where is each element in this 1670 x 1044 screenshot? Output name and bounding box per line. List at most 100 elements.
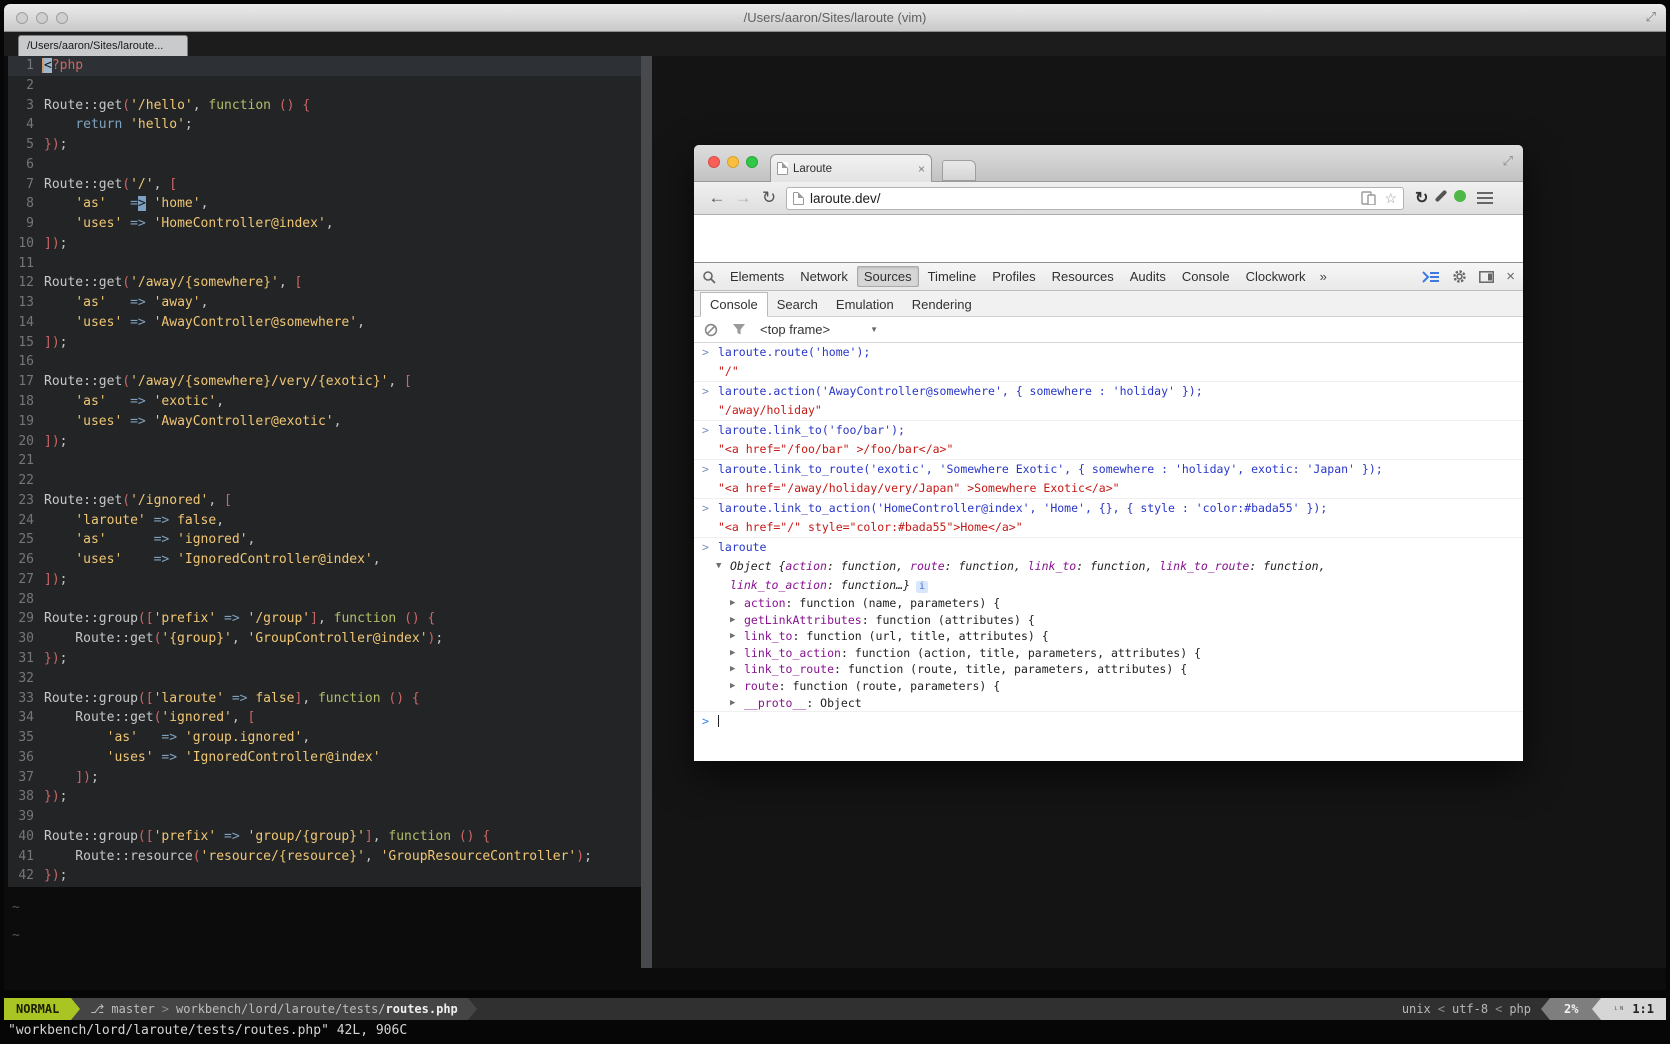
devtools-tab-console[interactable]: Console [1175, 266, 1237, 287]
code-line[interactable]: 5}); [8, 135, 641, 155]
drawer-tab-console[interactable]: Console [700, 292, 768, 317]
code-line[interactable]: 34 Route::get('ignored', [ [8, 708, 641, 728]
code-line[interactable]: 9 'uses' => 'HomeController@index', [8, 214, 641, 234]
address-bar[interactable]: laroute.dev/ ☆ [786, 187, 1404, 210]
expand-triangle-icon[interactable]: ▶ [730, 678, 735, 695]
code-line[interactable]: 1<?php [8, 56, 641, 76]
code-line[interactable]: 18 'as' => 'exotic', [8, 392, 641, 412]
expand-triangle-icon[interactable]: ▼ [716, 557, 721, 576]
code-line[interactable]: 21 [8, 451, 641, 471]
extension-wrench-icon[interactable] [1439, 189, 1443, 208]
code-line[interactable]: 3Route::get('/hello', function () { [8, 96, 641, 116]
dock-side-icon[interactable] [1479, 271, 1494, 283]
browser-expand-icon[interactable]: ⤢ [1503, 153, 1513, 169]
code-line[interactable]: 12Route::get('/away/{somewhere}', [ [8, 273, 641, 293]
terminal-expand-icon[interactable]: ⤢ [1646, 9, 1656, 25]
code-line[interactable]: 2 [8, 76, 641, 96]
devtools-tab-timeline[interactable]: Timeline [921, 266, 984, 287]
code-line[interactable]: 23Route::get('/ignored', [ [8, 491, 641, 511]
info-badge-icon: i [916, 581, 928, 593]
bookmark-star-icon[interactable]: ☆ [1384, 190, 1397, 207]
clear-console-icon[interactable] [704, 323, 718, 337]
code-line[interactable]: 16 [8, 352, 641, 372]
code-line[interactable]: 22 [8, 471, 641, 491]
url-text[interactable]: laroute.dev/ [804, 191, 1361, 206]
code-line[interactable]: 35 'as' => 'group.ignored', [8, 728, 641, 748]
code-line[interactable]: 41 Route::resource('resource/{resource}'… [8, 847, 641, 867]
drawer-tab-rendering[interactable]: Rendering [903, 293, 981, 316]
vim-split-divider[interactable] [641, 56, 652, 968]
code-line[interactable]: 24 'laroute' => false, [8, 511, 641, 531]
menu-hamburger-icon[interactable] [1477, 192, 1493, 204]
device-mode-icon[interactable] [1361, 191, 1377, 205]
code-line[interactable]: 14 'uses' => 'AwayController@somewhere', [8, 313, 641, 333]
code-line[interactable]: 32 [8, 669, 641, 689]
code-line[interactable]: 29Route::group(['prefix' => '/group'], f… [8, 609, 641, 629]
forward-button[interactable]: → [730, 188, 756, 208]
code-line[interactable]: 7Route::get('/', [ [8, 175, 641, 195]
devtools-close-icon[interactable]: × [1506, 268, 1515, 285]
code-line[interactable]: 11 [8, 254, 641, 274]
code-line[interactable]: 6 [8, 155, 641, 175]
code-line[interactable]: 26 'uses' => 'IgnoredController@index', [8, 550, 641, 570]
tab-close-icon[interactable]: × [918, 162, 925, 176]
code-line[interactable]: 30 Route::get('{group}', 'GroupControlle… [8, 629, 641, 649]
devtools-tab-clockwork[interactable]: Clockwork [1239, 266, 1313, 287]
expand-triangle-icon[interactable]: ▶ [730, 661, 735, 678]
vim-code-pane[interactable]: 1<?php23Route::get('/hello', function ()… [8, 56, 641, 887]
extension-refresh-icon[interactable]: ↻ [1415, 188, 1428, 208]
expand-triangle-icon[interactable]: ▶ [730, 695, 735, 712]
code-line[interactable]: 39 [8, 807, 641, 827]
devtools-tab-elements[interactable]: Elements [723, 266, 791, 287]
filter-funnel-icon[interactable] [732, 323, 746, 336]
line-number: 26 [8, 550, 34, 570]
code-line[interactable]: 20]); [8, 432, 641, 452]
browser-close-button[interactable] [708, 156, 720, 168]
console-prompt[interactable]: > [694, 711, 1523, 731]
code-line[interactable]: 36 'uses' => 'IgnoredController@index' [8, 748, 641, 768]
code-line[interactable]: 8 'as' => 'home', [8, 194, 641, 214]
reload-button[interactable]: ↻ [756, 188, 782, 208]
code-line[interactable]: 28 [8, 590, 641, 610]
search-icon[interactable] [702, 270, 716, 284]
extension-green-dot-icon[interactable] [1454, 189, 1466, 207]
expand-triangle-icon[interactable]: ▶ [730, 612, 735, 629]
browser-minimize-button[interactable] [727, 156, 739, 168]
code-text [34, 451, 44, 471]
drawer-tab-search[interactable]: Search [768, 293, 827, 316]
code-line[interactable]: 25 'as' => 'ignored', [8, 530, 641, 550]
code-line[interactable]: 17Route::get('/away/{somewhere}/very/{ex… [8, 372, 641, 392]
code-text: Route::group(['laroute' => false], funct… [34, 689, 420, 709]
new-tab-button[interactable] [942, 160, 976, 181]
code-line[interactable]: 33Route::group(['laroute' => false], fun… [8, 689, 641, 709]
devtools-tab-profiles[interactable]: Profiles [985, 266, 1042, 287]
devtools-tab-resources[interactable]: Resources [1045, 266, 1121, 287]
drawer-tab-emulation[interactable]: Emulation [827, 293, 903, 316]
browser-tab[interactable]: Laroute × [770, 154, 932, 182]
code-line[interactable]: 27]); [8, 570, 641, 590]
terminal-tab[interactable]: /Users/aaron/Sites/laroute... [18, 35, 188, 56]
browser-zoom-button[interactable] [746, 156, 758, 168]
code-line[interactable]: 37 ]); [8, 768, 641, 788]
expand-triangle-icon[interactable]: ▶ [730, 595, 735, 612]
code-line[interactable]: 13 'as' => 'away', [8, 293, 641, 313]
devtools-tab-sources[interactable]: Sources [857, 266, 919, 287]
settings-gear-icon[interactable] [1452, 269, 1467, 284]
expand-triangle-icon[interactable]: ▶ [730, 628, 735, 645]
devtools-tab-audits[interactable]: Audits [1123, 266, 1173, 287]
code-line[interactable]: 4 return 'hello'; [8, 115, 641, 135]
code-line[interactable]: 19 'uses' => 'AwayController@exotic', [8, 412, 641, 432]
console-drawer-icon[interactable] [1422, 271, 1440, 283]
devtools-tab-network[interactable]: Network [793, 266, 855, 287]
code-line[interactable]: 38}); [8, 787, 641, 807]
vim-statusline: NORMAL ⎇ master>workbench/lord/laroute/t… [4, 998, 1666, 1020]
code-line[interactable]: 40Route::group(['prefix' => 'group/{grou… [8, 827, 641, 847]
code-line[interactable]: 31}); [8, 649, 641, 669]
code-line[interactable]: 10]); [8, 234, 641, 254]
frame-selector-dropdown[interactable]: <top frame> ▼ [760, 322, 878, 337]
back-button[interactable]: ← [704, 188, 730, 208]
code-line[interactable]: 15]); [8, 333, 641, 353]
expand-triangle-icon[interactable]: ▶ [730, 645, 735, 662]
code-line[interactable]: 42}); [8, 866, 641, 886]
tabs-overflow-icon[interactable]: » [1314, 269, 1333, 284]
